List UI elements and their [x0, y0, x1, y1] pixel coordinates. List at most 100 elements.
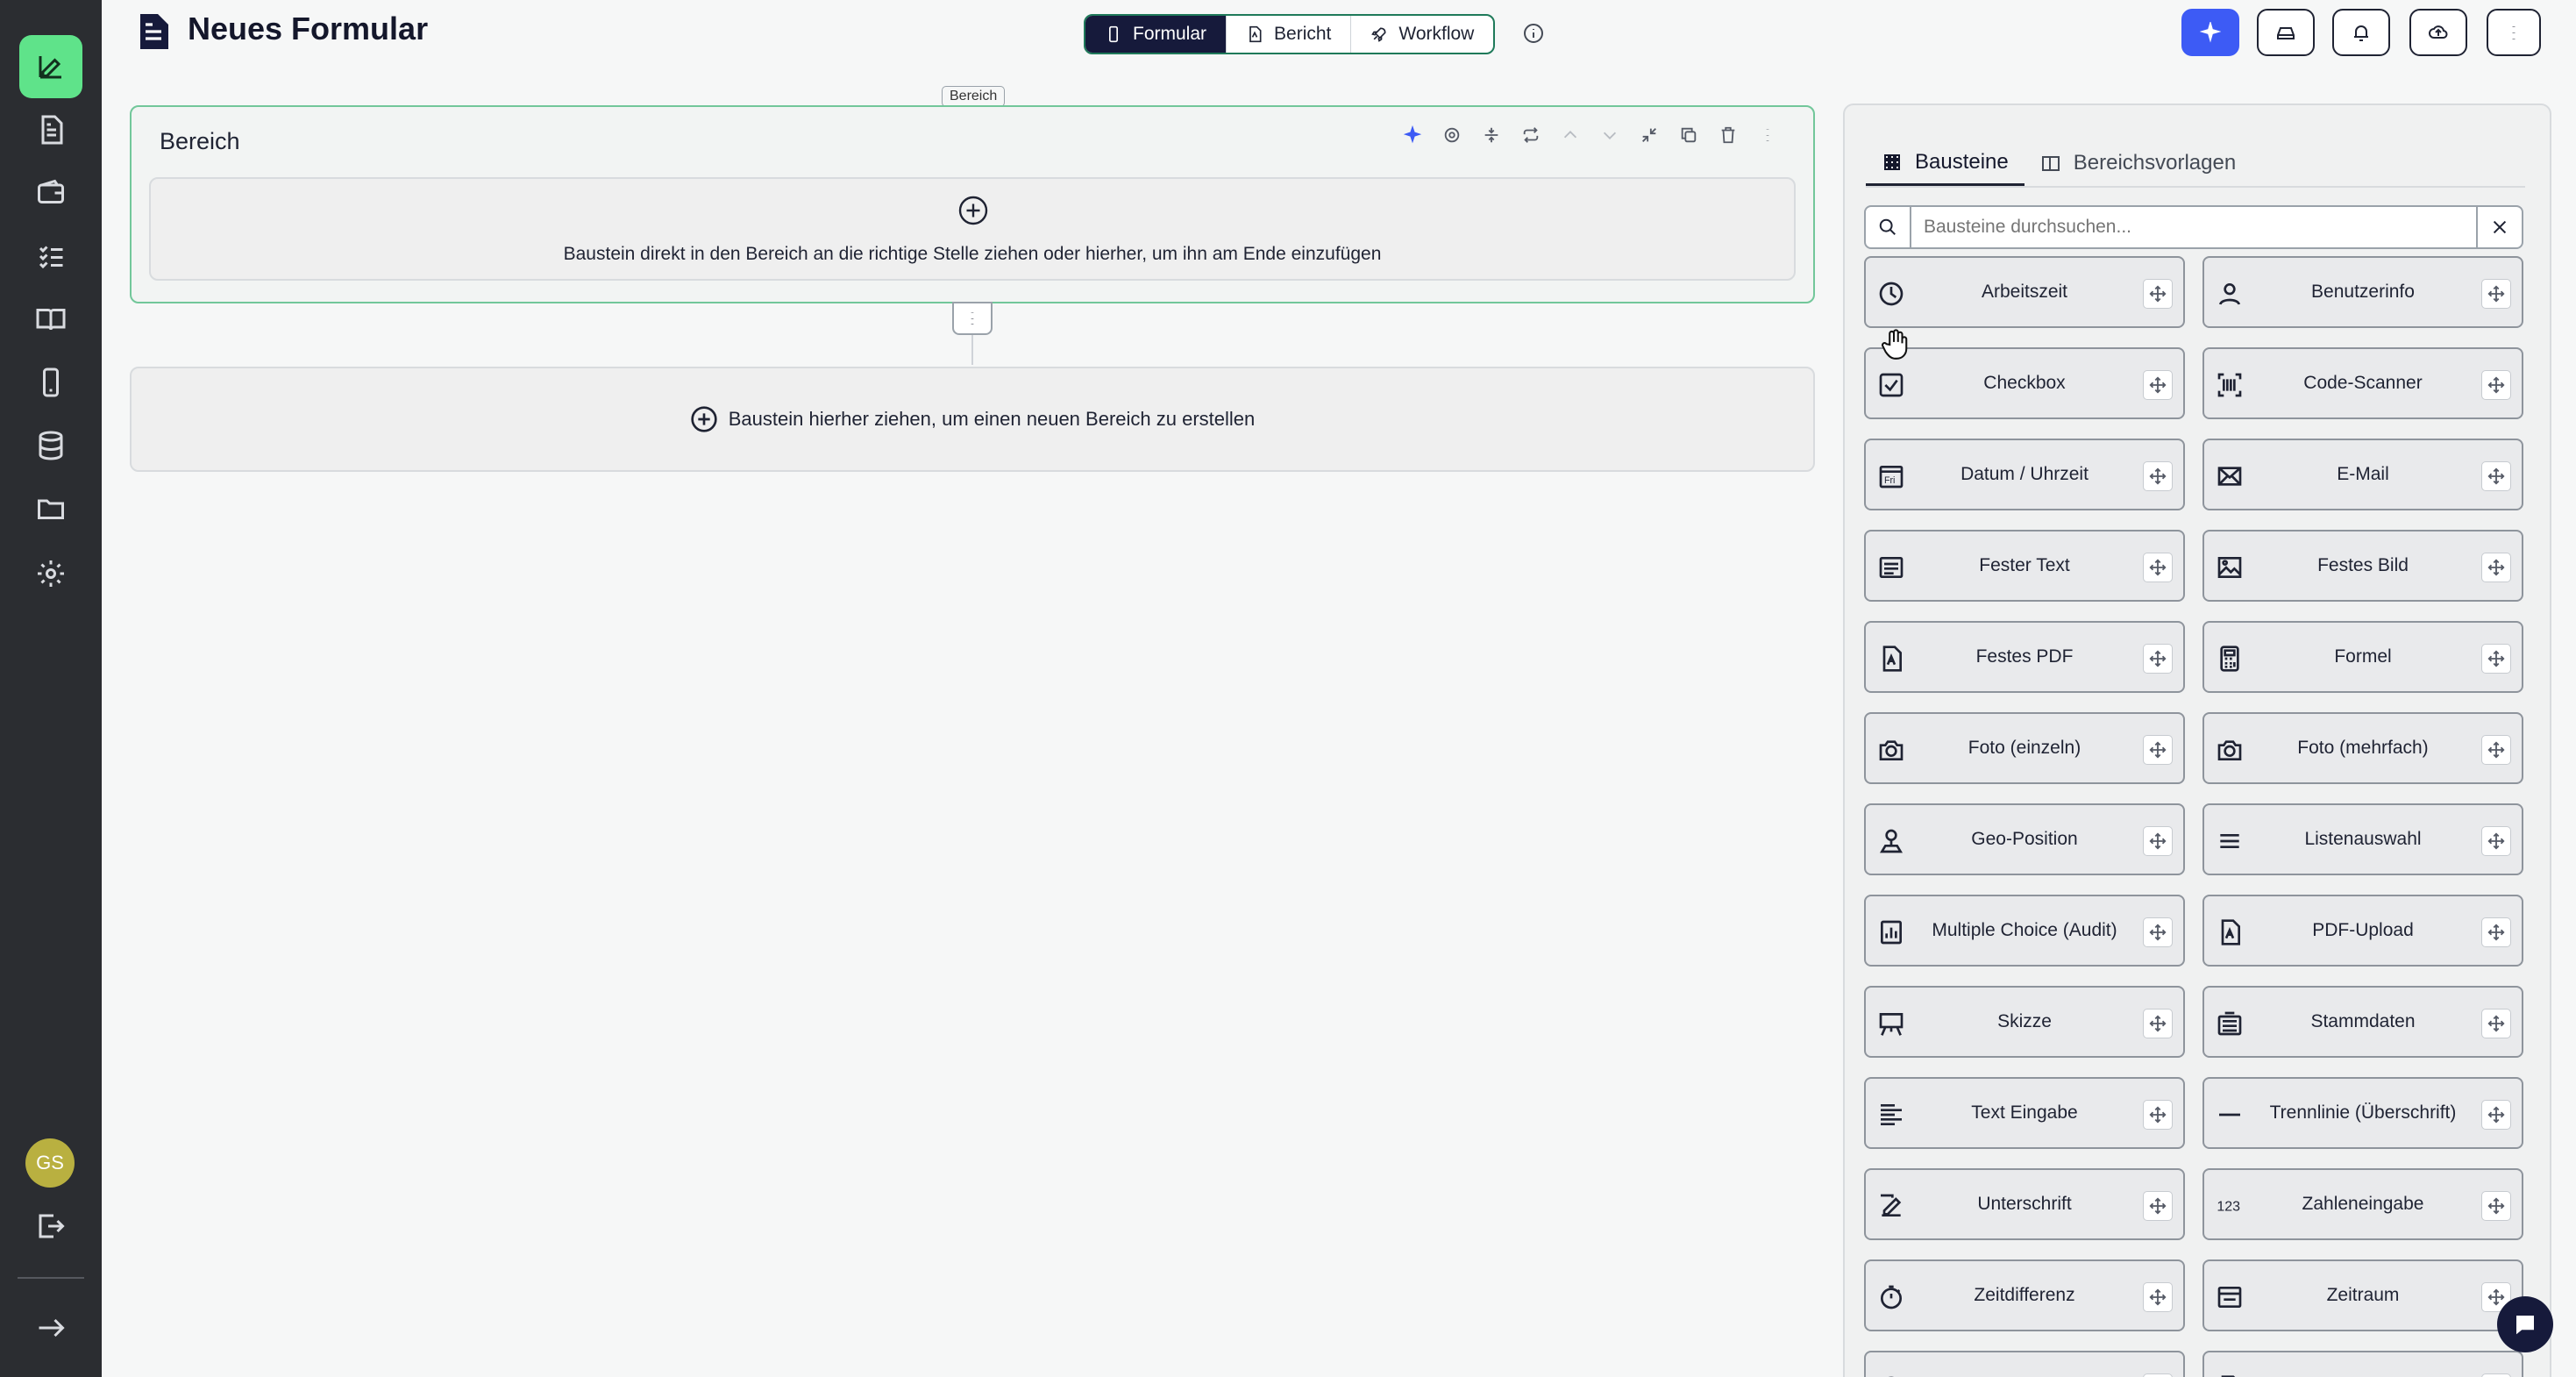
folder-icon[interactable]	[19, 477, 82, 540]
drag-handle-icon[interactable]	[2481, 279, 2511, 309]
block-skizze[interactable]: Skizze	[1864, 986, 2185, 1058]
block-datum-uhrzeit[interactable]: Fri Datum / Uhrzeit	[1864, 439, 2185, 510]
database-icon[interactable]	[19, 414, 82, 477]
block-arbeitszeit[interactable]: Arbeitszeit	[1864, 256, 2185, 328]
drag-handle-icon[interactable]	[2481, 1191, 2511, 1221]
text-lines-icon	[1876, 553, 1906, 582]
section-title[interactable]: Bereich	[160, 128, 240, 155]
tab-workflow[interactable]: Workflow	[1351, 16, 1493, 53]
drag-handle-icon[interactable]	[2143, 826, 2173, 856]
drive-button[interactable]	[2257, 9, 2315, 56]
drag-handle-icon[interactable]	[2143, 1100, 2173, 1130]
ai-assist-button[interactable]	[2181, 9, 2239, 56]
block-code-scanner[interactable]: Code-Scanner	[2202, 347, 2523, 419]
block-trennlinie-überschrift[interactable]: Trennlinie (Überschrift)	[2202, 1077, 2523, 1149]
chat-icon	[2516, 1316, 2534, 1335]
drag-handle-icon[interactable]	[2481, 370, 2511, 400]
drag-handle-icon[interactable]	[2143, 1282, 2173, 1312]
block-item[interactable]	[1864, 1351, 2185, 1377]
info-icon[interactable]	[1523, 23, 1544, 44]
tab-bereichsvorlagen-label: Bereichsvorlagen	[2073, 151, 2237, 175]
drag-handle-icon[interactable]	[2481, 917, 2511, 947]
tab-bereichsvorlagen[interactable]: Bereichsvorlagen	[2025, 140, 2252, 186]
clock-icon	[1876, 1373, 1906, 1377]
block-text-eingabe[interactable]: Text Eingabe	[1864, 1077, 2185, 1149]
notifications-button[interactable]	[2332, 9, 2390, 56]
drag-handle-icon[interactable]	[2481, 644, 2511, 674]
drag-handle-icon[interactable]	[2143, 644, 2173, 674]
drag-handle-icon[interactable]	[2143, 370, 2173, 400]
chat-button[interactable]	[2497, 1296, 2553, 1352]
search-input[interactable]	[1911, 207, 2476, 247]
drag-handle-icon[interactable]	[2143, 1191, 2173, 1221]
drag-handle-icon[interactable]	[2481, 553, 2511, 582]
template-book-icon	[2041, 156, 2060, 171]
block-benutzerinfo[interactable]: Benutzerinfo	[2202, 256, 2523, 328]
more-vertical-icon[interactable]	[1757, 125, 1778, 146]
ai-sparkle-icon[interactable]	[1402, 125, 1423, 146]
stopwatch-icon	[1876, 1282, 1906, 1312]
new-section-dropzone[interactable]: Baustein hierher ziehen, um einen neuen …	[130, 367, 1815, 472]
more-button[interactable]	[2487, 9, 2541, 56]
copy-icon[interactable]	[1678, 125, 1699, 146]
rail-divider	[18, 1277, 84, 1279]
section-dropzone[interactable]: Baustein direkt in den Bereich an die ri…	[149, 177, 1796, 281]
drag-handle-icon[interactable]	[2481, 826, 2511, 856]
drag-handle-icon[interactable]	[2143, 1009, 2173, 1038]
move-down-icon[interactable]	[1599, 125, 1620, 146]
drag-handle-icon[interactable]	[2143, 1373, 2173, 1377]
repeat-icon[interactable]	[1520, 125, 1541, 146]
logout-icon[interactable]	[19, 1195, 82, 1258]
block-checkbox[interactable]: Checkbox	[1864, 347, 2185, 419]
drag-handle-icon[interactable]	[2143, 553, 2173, 582]
book-icon[interactable]	[19, 288, 82, 351]
section-menu-button[interactable]	[952, 302, 993, 335]
block-festes-pdf[interactable]: Festes PDF	[1864, 621, 2185, 693]
checklist-icon[interactable]	[19, 225, 82, 288]
trash-icon[interactable]	[1718, 125, 1739, 146]
section-card[interactable]: Bereich Baustein direkt in den Bereich a…	[130, 105, 1815, 303]
move-up-icon[interactable]	[1560, 125, 1581, 146]
block-pds-serviceauftrag[interactable]: pds - Serviceauftrag	[2202, 1351, 2523, 1377]
drag-handle-icon[interactable]	[2481, 1009, 2511, 1038]
block-unterschrift[interactable]: Unterschrift	[1864, 1168, 2185, 1240]
tab-formular[interactable]: Formular	[1085, 16, 1228, 53]
drag-handle-icon[interactable]	[2481, 461, 2511, 491]
block-fester-text[interactable]: Fester Text	[1864, 530, 2185, 602]
block-foto-mehrfach[interactable]: Foto (mehrfach)	[2202, 712, 2523, 784]
block-geo-position[interactable]: Geo-Position	[1864, 803, 2185, 875]
block-multiple-choice-audit[interactable]: Multiple Choice (Audit)	[1864, 895, 2185, 967]
gear-icon[interactable]	[19, 542, 82, 605]
block-pdf-upload[interactable]: PDF-Upload	[2202, 895, 2523, 967]
block-listenauswahl[interactable]: Listenauswahl	[2202, 803, 2523, 875]
settings-icon[interactable]	[1441, 125, 1462, 146]
drag-handle-icon[interactable]	[2143, 735, 2173, 765]
block-formel[interactable]: Formel	[2202, 621, 2523, 693]
clear-search-button[interactable]	[2476, 207, 2522, 247]
drag-handle-icon[interactable]	[2481, 1373, 2511, 1377]
tab-bausteine[interactable]: Bausteine	[1866, 140, 2025, 186]
block-e-mail[interactable]: E-Mail	[2202, 439, 2523, 510]
drag-handle-icon[interactable]	[2143, 461, 2173, 491]
document-icon[interactable]	[19, 98, 82, 161]
block-zahleneingabe[interactable]: 123 Zahleneingabe	[2202, 1168, 2523, 1240]
drag-handle-icon[interactable]	[2481, 1100, 2511, 1130]
block-stammdaten[interactable]: Stammdaten	[2202, 986, 2523, 1058]
block-zeitdifferenz[interactable]: Zeitdifferenz	[1864, 1259, 2185, 1331]
block-festes-bild[interactable]: Festes Bild	[2202, 530, 2523, 602]
drag-handle-icon[interactable]	[2481, 735, 2511, 765]
collapse-icon[interactable]	[1639, 125, 1660, 146]
avatar[interactable]: GS	[25, 1138, 75, 1188]
publish-button[interactable]	[2409, 9, 2467, 56]
tab-bericht[interactable]: Bericht	[1227, 16, 1352, 53]
block-zeitraum[interactable]: Zeitraum	[2202, 1259, 2523, 1331]
split-icon[interactable]	[1481, 125, 1502, 146]
form-edit-icon[interactable]	[19, 35, 82, 98]
wallet-icon[interactable]	[19, 161, 82, 225]
expand-arrow-icon[interactable]	[19, 1296, 82, 1359]
block-foto-einzeln[interactable]: Foto (einzeln)	[1864, 712, 2185, 784]
drag-handle-icon[interactable]	[2143, 279, 2173, 309]
block-label: Text Eingabe	[1971, 1102, 2078, 1123]
mobile-icon[interactable]	[19, 351, 82, 414]
drag-handle-icon[interactable]	[2143, 917, 2173, 947]
